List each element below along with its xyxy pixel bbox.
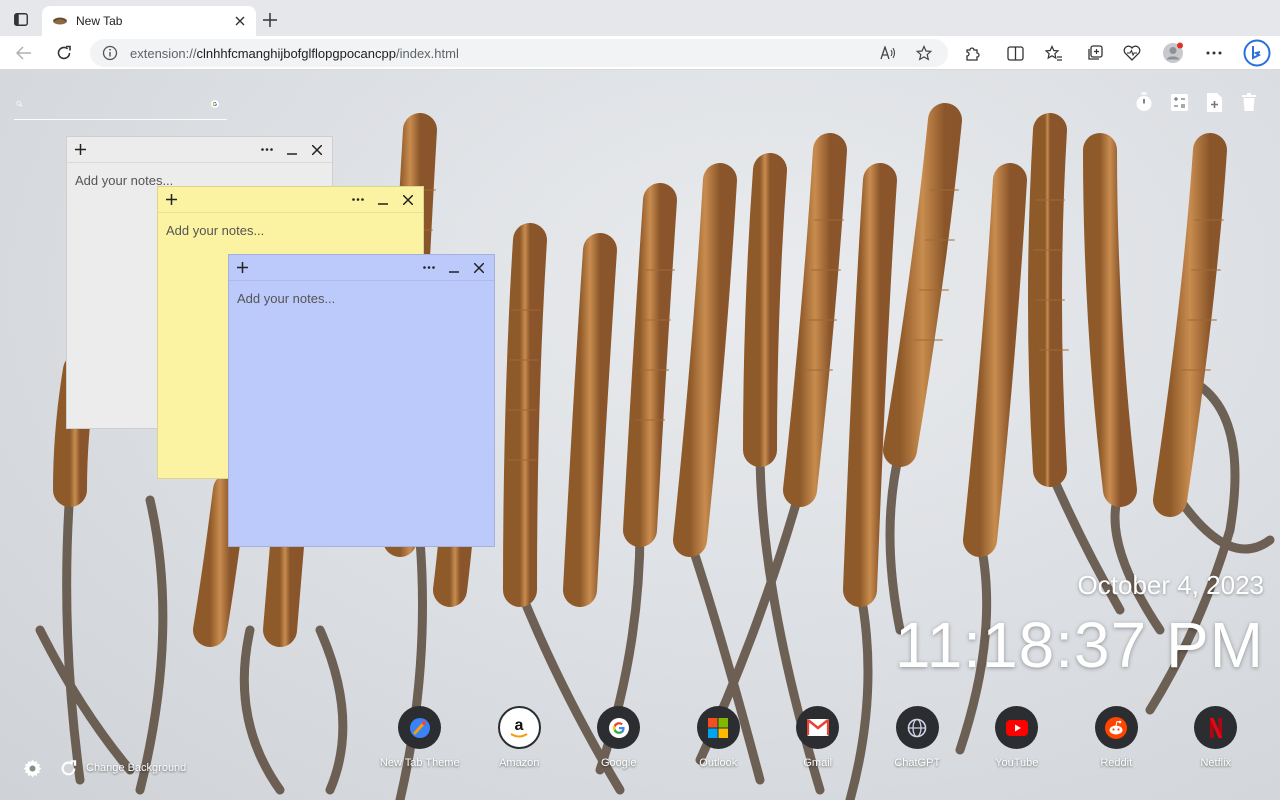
tab-actions-icon[interactable] — [10, 9, 32, 29]
outlook-icon[interactable] — [696, 706, 740, 749]
top-right-tools — [1135, 92, 1258, 112]
browser-toolbar: extension://clnhhfcmanghijbofglflopgpoca… — [0, 36, 1280, 70]
shortcut-bar: New Tab Theme a Amazon Google Outlook Gm… — [370, 706, 1266, 769]
amazon-icon[interactable]: a — [497, 706, 541, 749]
add-note-icon[interactable] — [1205, 92, 1223, 112]
stopwatch-icon[interactable] — [1135, 92, 1153, 112]
note-more-options-icon[interactable] — [349, 192, 367, 208]
reload-button[interactable] — [52, 41, 76, 65]
url-path: /index.html — [395, 45, 459, 61]
read-aloud-icon[interactable] — [876, 41, 900, 65]
profile-avatar-icon[interactable] — [1162, 42, 1184, 64]
add-note-plus-icon[interactable] — [164, 193, 178, 207]
netflix-icon[interactable] — [1194, 706, 1238, 749]
shortcut-new-tab-theme[interactable]: New Tab Theme — [370, 706, 470, 769]
clock-display: 11:18:37 PM — [894, 609, 1264, 681]
note-minimize-icon[interactable] — [283, 142, 301, 158]
url-host: clnhhfcmanghijbofglflopgpocancpp — [196, 45, 396, 61]
note-more-options-icon[interactable] — [258, 142, 276, 158]
shortcut-label: Reddit — [1100, 757, 1133, 769]
shortcut-amazon[interactable]: a Amazon — [470, 706, 570, 769]
youtube-icon[interactable] — [995, 706, 1039, 749]
trash-icon[interactable] — [1240, 92, 1258, 112]
favorite-star-icon[interactable] — [912, 41, 936, 65]
shortcut-label: Gmail — [803, 757, 833, 769]
search-box — [14, 88, 227, 120]
shortcut-label: Outlook — [699, 757, 738, 769]
sticky-note-blue[interactable] — [228, 254, 495, 547]
new-tab-page: October 4, 2023 11:18:37 PM New Tab Them… — [0, 70, 1280, 800]
bottom-left-controls: Change Background — [22, 758, 186, 778]
note-header[interactable] — [229, 255, 494, 281]
bing-chat-icon[interactable] — [1243, 39, 1271, 67]
note-header[interactable] — [158, 187, 423, 213]
search-icon[interactable] — [16, 94, 23, 114]
active-tab[interactable]: New Tab — [42, 6, 256, 36]
change-background-label[interactable]: Change Background — [86, 762, 186, 774]
add-note-plus-icon[interactable] — [235, 261, 249, 275]
shortcut-google[interactable]: Google — [569, 706, 669, 769]
more-menu-icon[interactable] — [1203, 42, 1225, 64]
date-display: October 4, 2023 — [1077, 570, 1264, 600]
reddit-icon[interactable] — [1094, 706, 1138, 749]
shortcut-gmail[interactable]: Gmail — [768, 706, 868, 769]
note-header[interactable] — [67, 137, 332, 163]
shortcut-label: Netflix — [1200, 757, 1232, 769]
browser-essentials-icon[interactable] — [1121, 42, 1143, 64]
address-bar[interactable]: extension://clnhhfcmanghijbofglflopgpoca… — [90, 39, 948, 67]
shortcut-label: Google — [601, 757, 637, 769]
split-screen-icon[interactable] — [1004, 42, 1026, 64]
google-icon[interactable] — [597, 706, 641, 749]
chatgpt-icon[interactable] — [895, 706, 939, 749]
shortcut-youtube[interactable]: YouTube — [967, 706, 1067, 769]
gmail-icon[interactable] — [796, 706, 840, 749]
shortcut-outlook[interactable]: Outlook — [669, 706, 769, 769]
note-close-icon[interactable] — [308, 142, 326, 158]
note-minimize-icon[interactable] — [374, 192, 392, 208]
refresh-background-icon[interactable] — [58, 758, 78, 778]
shortcut-label: YouTube — [995, 757, 1039, 769]
new-tab-theme-icon[interactable] — [398, 706, 442, 749]
shortcut-label: ChatGPT — [894, 757, 941, 769]
shortcut-netflix[interactable]: Netflix — [1166, 706, 1266, 769]
calculator-icon[interactable] — [1170, 92, 1188, 112]
note-minimize-icon[interactable] — [445, 260, 463, 276]
tab-bar: New Tab — [0, 0, 1280, 36]
tab-favicon-icon — [53, 17, 67, 25]
url-text[interactable]: extension://clnhhfcmanghijbofglflopgpoca… — [130, 46, 864, 61]
back-button[interactable] — [12, 41, 36, 65]
url-prefix: extension:// — [130, 45, 197, 61]
collections-icon[interactable] — [1083, 42, 1105, 64]
site-info-icon[interactable] — [102, 45, 118, 61]
google-search-engine-icon[interactable] — [211, 93, 219, 115]
new-tab-button[interactable] — [260, 10, 280, 30]
note-close-icon[interactable] — [470, 260, 488, 276]
shortcut-chatgpt[interactable]: ChatGPT — [868, 706, 968, 769]
favorites-icon[interactable] — [1043, 42, 1065, 64]
tab-title: New Tab — [76, 14, 123, 28]
shortcut-label: Amazon — [499, 757, 540, 769]
note-close-icon[interactable] — [399, 192, 417, 208]
note-more-options-icon[interactable] — [420, 260, 438, 276]
svg-text:a: a — [515, 717, 524, 734]
search-input[interactable] — [29, 89, 206, 118]
extensions-icon[interactable] — [961, 42, 983, 64]
settings-gear-icon[interactable] — [22, 758, 42, 778]
add-note-plus-icon[interactable] — [73, 143, 87, 157]
close-tab-icon[interactable] — [232, 13, 248, 29]
shortcut-reddit[interactable]: Reddit — [1067, 706, 1167, 769]
shortcut-label: New Tab Theme — [379, 757, 460, 769]
note-text-area[interactable] — [229, 281, 494, 546]
